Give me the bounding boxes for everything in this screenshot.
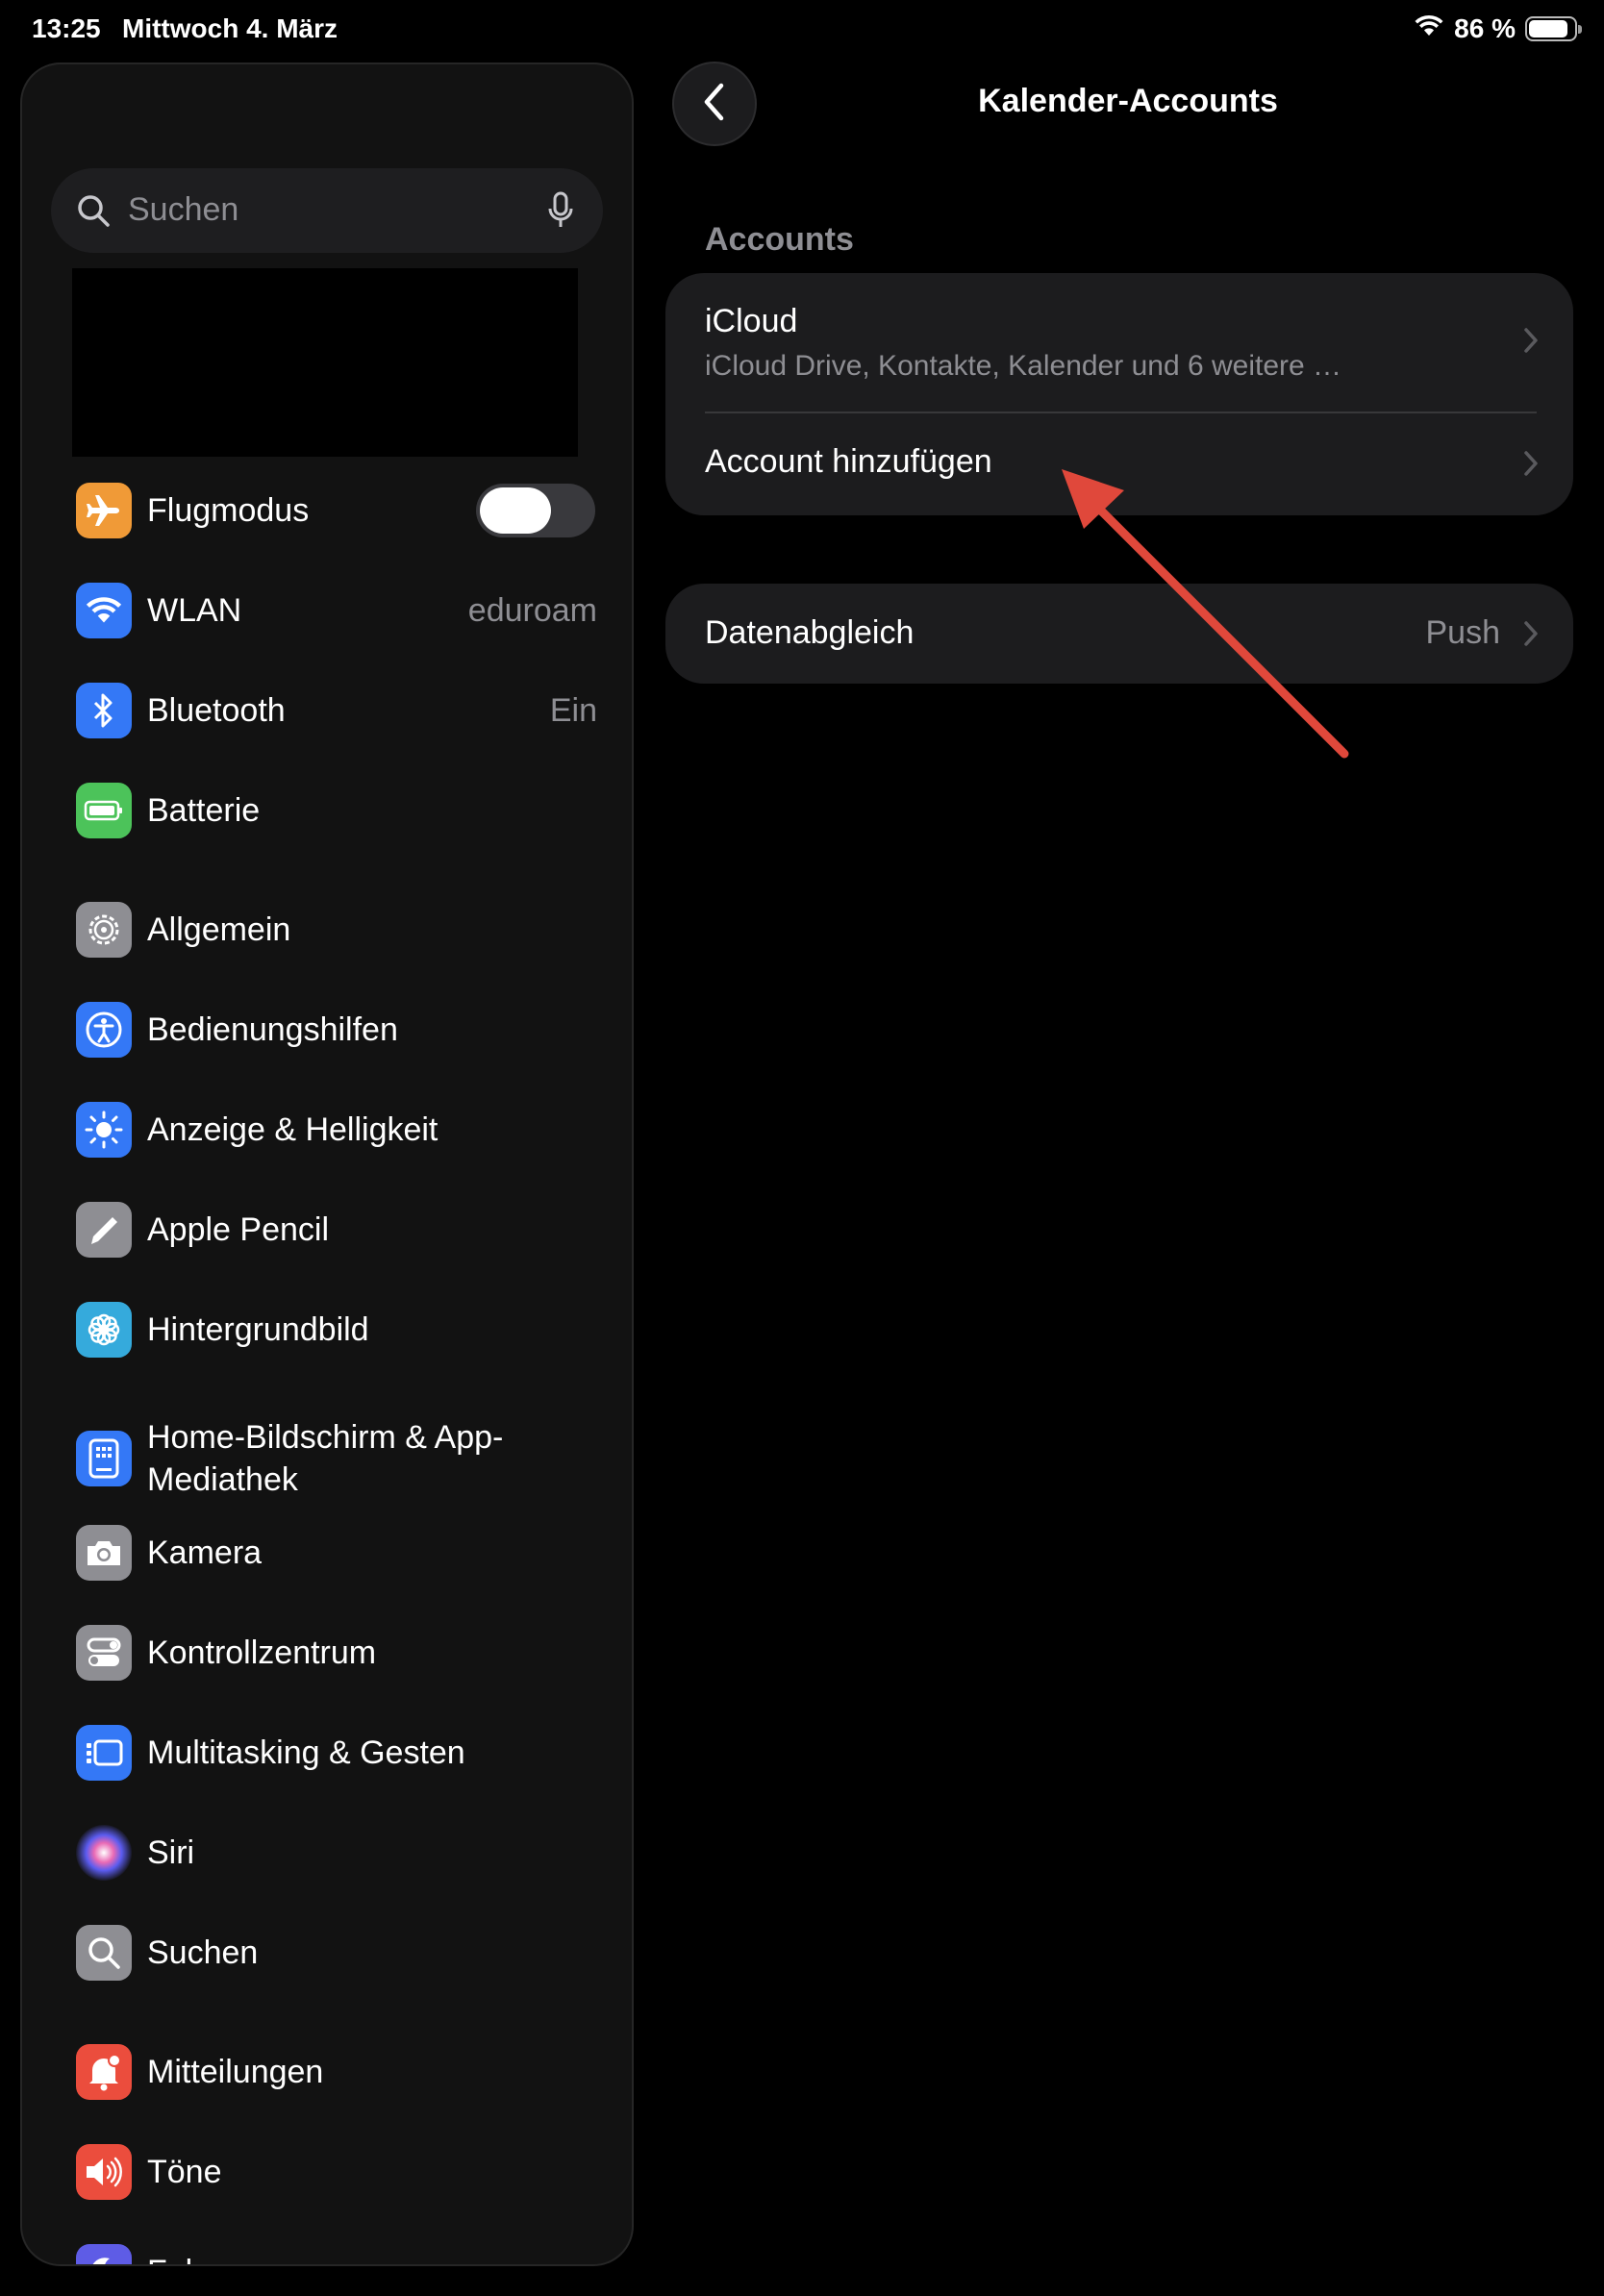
sidebar-item-multitasking[interactable]: Multitasking & Gesten bbox=[76, 1714, 605, 1791]
add-account-row[interactable]: Account hinzufügen bbox=[665, 413, 1573, 515]
account-title: iCloud bbox=[705, 303, 798, 339]
sidebar-item-label: Batterie bbox=[147, 792, 261, 829]
fetch-row[interactable]: Datenabgleich Push bbox=[665, 584, 1573, 684]
sidebar-item-bluetooth[interactable]: Bluetooth Ein bbox=[76, 672, 605, 749]
sidebar-item-siri[interactable]: Siri bbox=[76, 1814, 605, 1891]
chevron-left-icon bbox=[702, 82, 727, 127]
status-date: Mittwoch 4. März bbox=[122, 13, 338, 43]
sidebar-item-label: Home-Bildschirm & App- Mediathek bbox=[147, 1419, 504, 1498]
sidebar-item-label: Töne bbox=[147, 2154, 222, 2190]
status-time: 13:25 bbox=[32, 13, 101, 43]
fetch-group: Datenabgleich Push bbox=[665, 584, 1573, 684]
multitasking-icon bbox=[76, 1725, 132, 1781]
sidebar-item-apple-pencil[interactable]: Apple Pencil bbox=[76, 1191, 605, 1268]
fetch-value: Push bbox=[1425, 614, 1501, 651]
sidebar-item-label: Apple Pencil bbox=[147, 1211, 330, 1248]
accounts-group: iCloud iCloud Drive, Kontakte, Kalender … bbox=[665, 273, 1573, 515]
chevron-right-icon bbox=[1523, 450, 1539, 482]
settings-sidebar: Suchen Flugmodus WLAN eduroam Bluetooth … bbox=[20, 62, 634, 2266]
airplane-mode-toggle[interactable] bbox=[476, 484, 595, 537]
sun-icon bbox=[76, 1102, 132, 1158]
sidebar-item-label: Anzeige & Helligkeit bbox=[147, 1111, 439, 1148]
flower-icon bbox=[76, 1302, 132, 1358]
home-screen-icon bbox=[76, 1431, 132, 1486]
bluetooth-value: Ein bbox=[549, 691, 597, 729]
sidebar-item-label: Flugmodus bbox=[147, 492, 310, 529]
sidebar-item-label: Bluetooth bbox=[147, 692, 286, 729]
sidebar-item-toene[interactable]: Töne bbox=[76, 2134, 605, 2210]
sidebar-item-batterie[interactable]: Batterie bbox=[76, 772, 605, 849]
page-title: Kalender-Accounts bbox=[978, 83, 1278, 119]
sidebar-item-wlan[interactable]: WLAN eduroam bbox=[76, 572, 605, 649]
back-button[interactable] bbox=[672, 62, 757, 146]
wifi-icon bbox=[76, 583, 132, 638]
add-account-label: Account hinzufügen bbox=[705, 443, 992, 480]
sidebar-item-mitteilungen[interactable]: Mitteilungen bbox=[76, 2034, 605, 2110]
sidebar-item-kamera[interactable]: Kamera bbox=[76, 1514, 605, 1591]
siri-icon bbox=[76, 1825, 132, 1881]
sidebar-item-label: Kontrollzentrum bbox=[147, 1635, 377, 1671]
account-row-icloud[interactable]: iCloud iCloud Drive, Kontakte, Kalender … bbox=[665, 273, 1573, 413]
section-header-accounts: Accounts bbox=[705, 221, 854, 258]
sidebar-item-flugmodus[interactable]: Flugmodus bbox=[76, 472, 605, 549]
sidebar-item-suchen[interactable]: Suchen bbox=[76, 1914, 605, 1991]
wifi-network-value: eduroam bbox=[467, 591, 597, 629]
sidebar-item-hintergrundbild[interactable]: Hintergrundbild bbox=[76, 1291, 605, 1368]
sidebar-item-label: Kamera bbox=[147, 1535, 263, 1571]
control-center-icon bbox=[76, 1625, 132, 1681]
sidebar-item-label: Fokus bbox=[147, 2251, 237, 2264]
sidebar-item-fokus[interactable]: Fokus bbox=[76, 2234, 605, 2264]
sidebar-item-label: Suchen bbox=[147, 1934, 259, 1971]
speaker-icon bbox=[76, 2144, 132, 2200]
sidebar-item-label: Bedienungshilfen bbox=[147, 1011, 398, 1048]
airplane-icon bbox=[76, 483, 132, 538]
sidebar-item-label: Hintergrundbild bbox=[147, 1311, 369, 1348]
sidebar-item-label: Multitasking & Gesten bbox=[147, 1734, 465, 1771]
sidebar-item-label: Mitteilungen bbox=[147, 2054, 324, 2090]
magnifier-icon bbox=[76, 193, 111, 233]
pencil-icon bbox=[76, 1202, 132, 1258]
sidebar-item-anzeige[interactable]: Anzeige & Helligkeit bbox=[76, 1091, 605, 1168]
chevron-right-icon bbox=[1523, 620, 1539, 652]
moon-icon bbox=[76, 2244, 132, 2264]
sidebar-item-kontrollzentrum[interactable]: Kontrollzentrum bbox=[76, 1614, 605, 1691]
sidebar-item-bedienungshilfen[interactable]: Bedienungshilfen bbox=[76, 991, 605, 1068]
chevron-right-icon bbox=[1523, 327, 1539, 359]
sidebar-item-label: Allgemein bbox=[147, 911, 291, 948]
battery-icon bbox=[76, 783, 132, 838]
search-placeholder: Suchen bbox=[128, 191, 239, 228]
wifi-status-icon bbox=[1414, 13, 1444, 44]
camera-icon bbox=[76, 1525, 132, 1581]
search-icon bbox=[76, 1925, 132, 1981]
bell-icon bbox=[76, 2044, 132, 2100]
sidebar-item-home-bildschirm[interactable]: Home-Bildschirm & App- Mediathek bbox=[76, 1406, 605, 1511]
sidebar-item-label: Siri bbox=[147, 1834, 195, 1871]
gear-icon bbox=[76, 902, 132, 958]
sidebar-item-allgemein[interactable]: Allgemein bbox=[76, 891, 605, 968]
profile-area-redacted[interactable] bbox=[72, 268, 578, 457]
search-field[interactable]: Suchen bbox=[51, 168, 603, 253]
sidebar-item-label: WLAN bbox=[147, 592, 242, 629]
microphone-icon[interactable] bbox=[547, 191, 574, 235]
status-bar: 13:25 Mittwoch 4. März 86 % bbox=[0, 0, 1604, 62]
accessibility-icon bbox=[76, 1002, 132, 1058]
battery-percentage: 86 % bbox=[1454, 13, 1516, 43]
bluetooth-icon bbox=[76, 683, 132, 738]
account-subtitle: iCloud Drive, Kontakte, Kalender und 6 w… bbox=[705, 350, 1342, 382]
battery-status-icon bbox=[1525, 16, 1582, 41]
fetch-label: Datenabgleich bbox=[705, 614, 915, 651]
